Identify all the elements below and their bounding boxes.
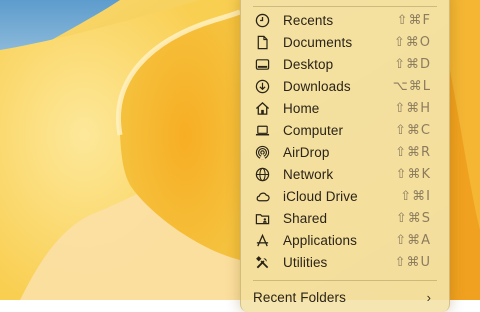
menu-item-downloads[interactable]: Downloads ⌥⌘L: [245, 75, 445, 97]
menu-item-icloud-drive[interactable]: iCloud Drive ⇧⌘I: [245, 185, 445, 207]
menu-item-label: Documents: [283, 34, 353, 50]
keyboard-shortcut: ⇧⌘C: [395, 122, 431, 138]
menu-item-label: Shared: [283, 210, 328, 226]
menu-item-label: Desktop: [283, 56, 334, 72]
shared-folder-icon: [253, 209, 271, 227]
menu-item-documents[interactable]: Documents ⇧⌘O: [245, 31, 445, 53]
document-icon: [253, 33, 271, 51]
applications-icon: [253, 231, 271, 249]
menu-item-label: Home: [283, 100, 320, 116]
menu-item-home[interactable]: Home ⇧⌘H: [245, 97, 445, 119]
home-icon: [253, 99, 271, 117]
menu-separator-top: [253, 6, 437, 7]
menu-item-label: Recents: [283, 12, 334, 28]
airdrop-icon: [253, 143, 271, 161]
menu-item-label: AirDrop: [283, 144, 330, 160]
keyboard-shortcut: ⇧⌘F: [396, 12, 431, 28]
keyboard-shortcut: ⇧⌘U: [394, 254, 431, 270]
menu-item-desktop[interactable]: Desktop ⇧⌘D: [245, 53, 445, 75]
menu-item-airdrop[interactable]: AirDrop ⇧⌘R: [245, 141, 445, 163]
menu-item-label: Applications: [283, 232, 357, 248]
menu-item-computer[interactable]: Computer ⇧⌘C: [245, 119, 445, 141]
keyboard-shortcut: ⌥⌘L: [392, 78, 431, 94]
keyboard-shortcut: ⇧⌘S: [395, 210, 431, 226]
download-icon: [253, 77, 271, 95]
keyboard-shortcut: ⇧⌘O: [393, 34, 431, 50]
keyboard-shortcut: ⇧⌘A: [395, 232, 431, 248]
menu-item-label: Computer: [283, 122, 344, 138]
go-menu: Recents ⇧⌘F Documents ⇧⌘O Desktop ⇧⌘D Do…: [240, 0, 450, 312]
menu-item-label: Downloads: [283, 78, 351, 94]
menu-item-label: Recent Folders: [253, 289, 346, 305]
laptop-icon: [253, 121, 271, 139]
keyboard-shortcut: ⇧⌘I: [400, 188, 431, 204]
cloud-icon: [253, 187, 271, 205]
menu-item-shared[interactable]: Shared ⇧⌘S: [245, 207, 445, 229]
keyboard-shortcut: ⇧⌘R: [395, 144, 431, 160]
keyboard-shortcut: ⇧⌘D: [394, 56, 431, 72]
menu-item-recent-folders[interactable]: Recent Folders ›: [245, 286, 445, 308]
menu-item-network[interactable]: Network ⇧⌘K: [245, 163, 445, 185]
network-icon: [253, 165, 271, 183]
menu-item-utilities[interactable]: Utilities ⇧⌘U: [245, 251, 445, 273]
menu-item-label: iCloud Drive: [283, 188, 358, 204]
chevron-right-icon: ›: [426, 289, 431, 305]
utilities-icon: [253, 253, 271, 271]
keyboard-shortcut: ⇧⌘K: [395, 166, 431, 182]
menu-item-label: Network: [283, 166, 334, 182]
menu-item-recents[interactable]: Recents ⇧⌘F: [245, 9, 445, 31]
menu-item-label: Utilities: [283, 254, 328, 270]
desktop-icon: [253, 55, 271, 73]
keyboard-shortcut: ⇧⌘H: [394, 100, 431, 116]
menu-item-applications[interactable]: Applications ⇧⌘A: [245, 229, 445, 251]
clock-icon: [253, 11, 271, 29]
menu-separator-bottom: [253, 280, 437, 281]
